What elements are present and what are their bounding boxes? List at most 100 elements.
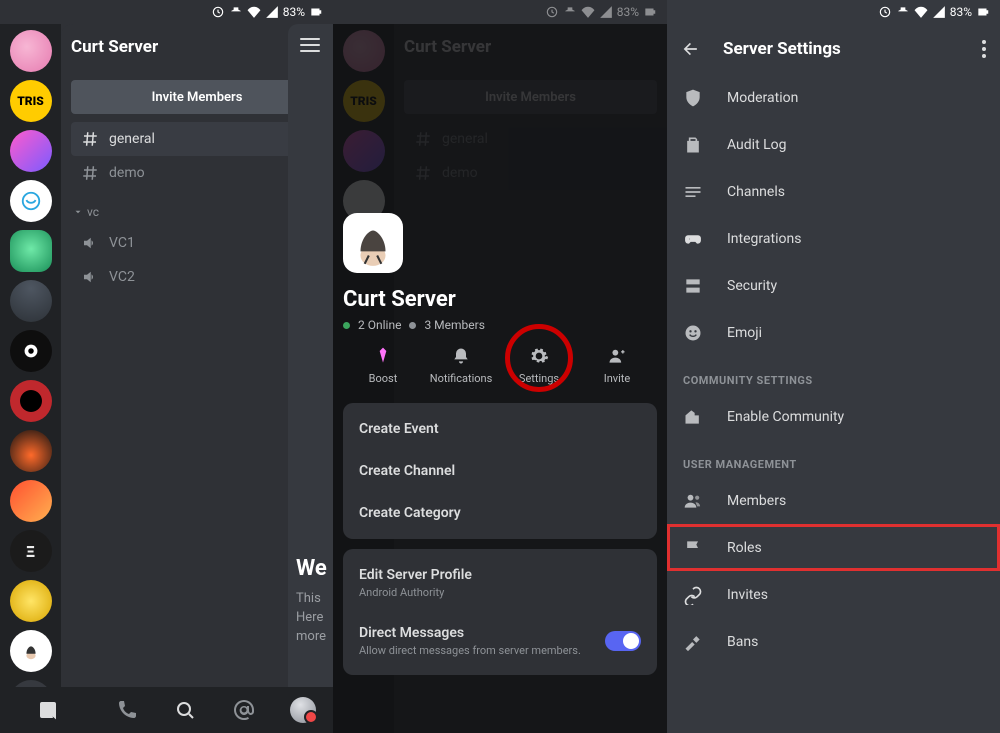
server-icon[interactable] [10, 180, 52, 222]
category-vc[interactable]: vc [71, 198, 323, 226]
hash-icon [81, 130, 99, 148]
nav-discord-icon[interactable] [17, 698, 81, 722]
settings-item-roles[interactable]: Roles [667, 524, 1000, 571]
action-label: Notifications [430, 372, 493, 385]
bell-icon [451, 346, 471, 366]
settings-item-members[interactable]: Members [667, 477, 1000, 524]
more-vertical-icon[interactable] [982, 47, 986, 51]
action-boost[interactable]: Boost [351, 346, 415, 385]
screenshot-1: 83% TRIS Ξ + Curt Server [0, 0, 333, 733]
gear-icon [529, 346, 549, 366]
server-avatar [343, 213, 403, 273]
server-icon[interactable]: Ξ [10, 530, 52, 572]
action-notifications[interactable]: Notifications [429, 346, 493, 385]
shield-icon [683, 88, 703, 108]
link-icon [683, 585, 703, 605]
server-icon[interactable] [10, 380, 52, 422]
battery-text: 83% [950, 5, 972, 19]
server-icon[interactable] [10, 280, 52, 322]
boost-icon [373, 346, 393, 366]
settings-item-security[interactable]: Security [667, 262, 1000, 309]
channel-demo[interactable]: demo [71, 156, 323, 190]
category-label: vc [87, 205, 99, 219]
row-title: Edit Server Profile [359, 567, 472, 583]
welcome-title: We [296, 553, 333, 585]
server-icon [683, 276, 703, 296]
person-plus-icon [607, 346, 627, 366]
hash-icon [81, 164, 99, 182]
settings-item-enable-community[interactable]: Enable Community [667, 393, 1000, 440]
menu-edit-server-profile[interactable]: Edit Server Profile Android Authority [343, 554, 657, 612]
voice-channel-vc1[interactable]: VC1 [71, 226, 323, 260]
action-label: Boost [369, 372, 398, 385]
menu-create-event[interactable]: Create Event [343, 408, 657, 450]
action-label: Invite [604, 372, 631, 385]
voice-channel-vc2[interactable]: VC2 [71, 260, 323, 294]
bottom-nav [0, 687, 333, 733]
online-count: 2 Online [358, 318, 401, 332]
member-dot-icon [409, 322, 416, 329]
menu-create-category[interactable]: Create Category [343, 492, 657, 534]
section-header-community: COMMUNITY SETTINGS [667, 356, 1000, 393]
server-icon[interactable] [10, 580, 52, 622]
server-icon-selected[interactable] [10, 230, 52, 272]
server-icon[interactable] [10, 430, 52, 472]
page-title: Server Settings [723, 39, 960, 59]
channel-general[interactable]: general [71, 122, 323, 156]
create-card: Create Event Create Channel Create Categ… [343, 403, 657, 539]
emoji-icon [683, 323, 703, 343]
nav-profile-avatar[interactable] [290, 697, 316, 723]
nav-search-icon[interactable] [173, 698, 197, 722]
screenshot-3: 83% Server Settings Moderation Audit Log… [667, 0, 1000, 733]
gamepad-icon [683, 229, 703, 249]
settings-item-emoji[interactable]: Emoji [667, 309, 1000, 356]
server-icon[interactable] [10, 130, 52, 172]
menu-create-channel[interactable]: Create Channel [343, 450, 657, 492]
back-icon[interactable] [681, 39, 701, 59]
hammer-icon [683, 632, 703, 652]
server-sheet: Curt Server 2 Online 3 Members Boost Not… [343, 213, 657, 733]
battery-text: 83% [617, 5, 639, 19]
community-icon [683, 407, 703, 427]
welcome-line: This [296, 590, 333, 609]
server-icon[interactable] [10, 30, 52, 72]
nav-friends-icon[interactable] [115, 698, 139, 722]
status-bar: 83% [667, 0, 1000, 24]
speaker-icon [81, 268, 99, 286]
server-icon[interactable]: TRIS [10, 80, 52, 122]
channel-label: general [109, 131, 155, 147]
channel-label: VC1 [109, 235, 135, 251]
invite-members-button[interactable]: Invite Members [71, 80, 323, 114]
members-icon [683, 491, 703, 511]
settings-item-bans[interactable]: Bans [667, 618, 1000, 665]
server-rail: TRIS Ξ + [0, 24, 61, 687]
settings-item-audit-log[interactable]: Audit Log [667, 121, 1000, 168]
nav-mentions-icon[interactable] [232, 698, 256, 722]
settings-item-integrations[interactable]: Integrations [667, 215, 1000, 262]
flag-icon [683, 538, 703, 558]
sheet-server-title: Curt Server [343, 287, 657, 312]
menu-direct-messages[interactable]: Direct Messages Allow direct messages fr… [343, 612, 657, 670]
dm-toggle[interactable] [605, 631, 641, 651]
add-server-button[interactable]: + [10, 680, 52, 687]
settings-item-invites[interactable]: Invites [667, 571, 1000, 618]
battery-text: 83% [283, 5, 305, 19]
server-icon[interactable] [10, 480, 52, 522]
action-settings[interactable]: Settings [507, 346, 571, 385]
welcome-line: more [296, 628, 333, 647]
server-icon[interactable] [10, 330, 52, 372]
hamburger-icon[interactable] [300, 38, 320, 52]
settings-item-channels[interactable]: Channels [667, 168, 1000, 215]
action-invite[interactable]: Invite [585, 346, 649, 385]
settings-header: Server Settings [667, 24, 1000, 74]
row-title: Direct Messages [359, 625, 464, 641]
server-title: Curt Server [71, 37, 158, 57]
sheet-actions: Boost Notifications Settings Invite [343, 346, 657, 385]
action-label: Settings [519, 372, 559, 385]
speaker-icon [81, 234, 99, 252]
settings-item-moderation[interactable]: Moderation [667, 74, 1000, 121]
server-icon[interactable] [10, 630, 52, 672]
member-count: 3 Members [424, 318, 484, 332]
presence-row: 2 Online 3 Members [343, 318, 657, 332]
list-icon [683, 182, 703, 202]
